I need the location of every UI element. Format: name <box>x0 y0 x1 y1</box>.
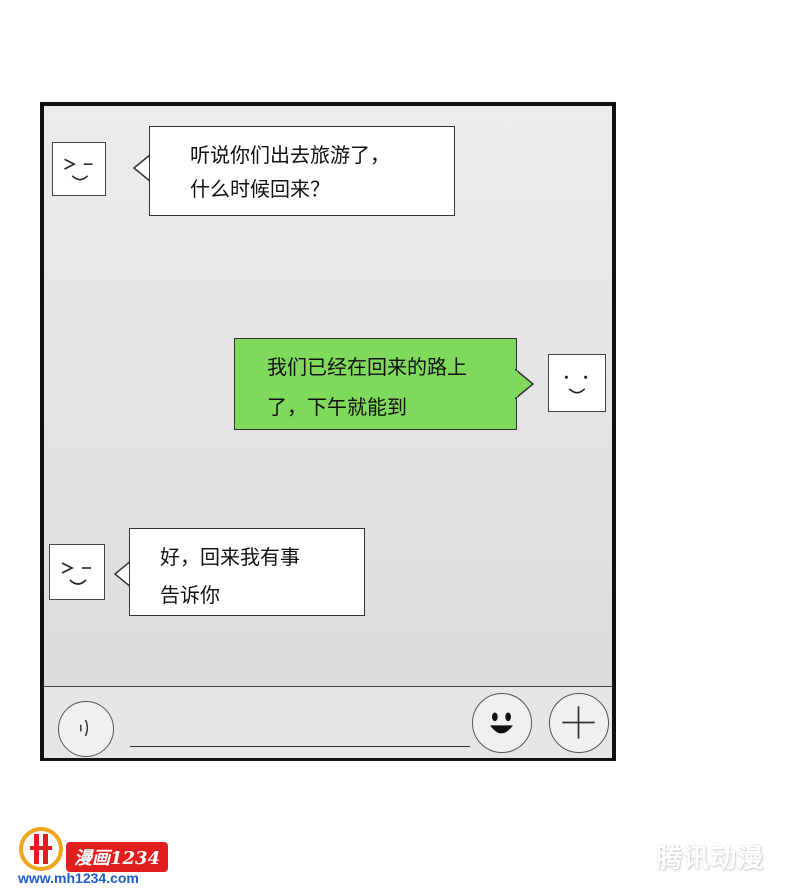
message-line: 什么时候回来？ <box>190 177 330 201</box>
message-bubble-sent[interactable]: 我们已经在回来的路上 了，下午就能到 <box>234 338 517 430</box>
site-logo: 漫画1234 www.mh1234.com <box>18 826 218 886</box>
site-url: www.mh1234.com <box>18 870 139 886</box>
watermark: 腾讯动漫 <box>656 843 765 873</box>
user-avatar[interactable] <box>548 354 606 412</box>
smile-icon <box>564 375 588 394</box>
message-line: 好，回来我有事 <box>160 545 300 569</box>
voice-button[interactable] <box>58 701 114 757</box>
logo-icon <box>19 827 63 871</box>
emoji-icon <box>490 712 513 734</box>
message-list: 听说你们出去旅游了， 什么时候回来？ 我们已经在回来的路上 了，下午就能到 好，… <box>44 106 612 686</box>
message-line: 了，下午就能到 <box>267 395 407 419</box>
bubble-tail <box>514 368 535 400</box>
message-input[interactable] <box>130 746 470 747</box>
message-bubble-received[interactable]: 听说你们出去旅游了， 什么时候回来？ <box>149 126 455 216</box>
chat-screen: 听说你们出去旅游了， 什么时候回来？ 我们已经在回来的路上 了，下午就能到 好，… <box>40 102 616 761</box>
voice-icon <box>80 719 89 737</box>
message-line: 我们已经在回来的路上 <box>267 355 467 379</box>
squint-smile-icon <box>61 562 91 585</box>
emoji-button[interactable] <box>472 693 532 753</box>
input-toolbar <box>44 686 612 758</box>
add-button[interactable] <box>549 693 609 753</box>
message-line: 告诉你 <box>160 583 220 607</box>
logo-text: 漫画1234 <box>66 842 169 872</box>
plus-icon <box>562 706 595 739</box>
message-bubble-received[interactable]: 好，回来我有事 告诉你 <box>129 528 365 616</box>
contact-avatar[interactable] <box>49 544 105 600</box>
contact-avatar[interactable] <box>52 142 106 196</box>
squint-smile-icon <box>64 158 93 181</box>
